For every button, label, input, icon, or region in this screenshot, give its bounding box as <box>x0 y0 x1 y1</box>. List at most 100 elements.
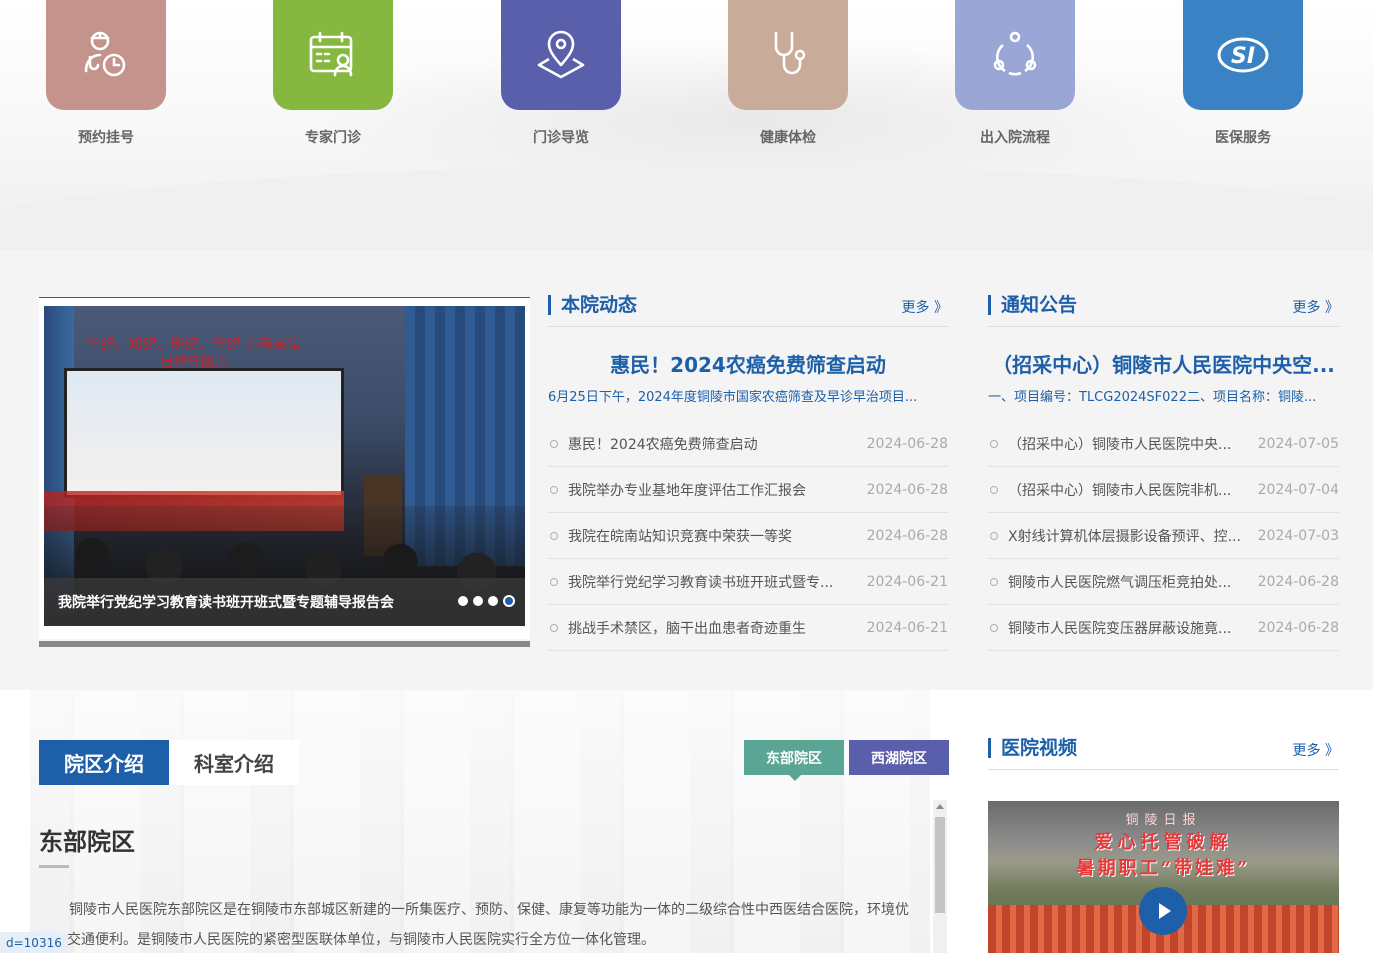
medical-insurance-tile[interactable]: SI <box>1183 0 1303 110</box>
slider-caption[interactable]: 我院举行党纪学习教育读书班开班式暨专题辅导报告会 <box>44 578 525 626</box>
item-date: 2024-07-03 <box>1257 527 1339 544</box>
campus-title: 东部院区 <box>39 828 135 856</box>
bullet-icon <box>990 577 998 586</box>
item-date: 2024-06-21 <box>866 619 948 636</box>
service-guide[interactable]: 门诊导览 <box>501 0 621 147</box>
news-section: 学纪、知纪、明纪、守纪 心有戒常自律守医心 我院举行党纪学习教育读书班开班式暨专… <box>0 250 1373 690</box>
quick-services: 预约挂号 专家门诊 门诊导览 健康体检 出入院流程 SI 医保服务 <box>0 0 1373 160</box>
photo-screen-text: 学纪、知纪、明纪、守纪 心有戒常自律守医心 <box>86 337 302 371</box>
item-date: 2024-07-04 <box>1257 481 1339 498</box>
stethoscope-icon <box>774 31 806 75</box>
intro-tabs: 院区介绍 科室介绍 <box>39 740 299 785</box>
service-health-checkup[interactable]: 健康体检 <box>728 0 848 147</box>
scroll-up-icon[interactable] <box>936 804 944 809</box>
service-label: 预约挂号 <box>78 130 134 146</box>
slider-photo[interactable]: 学纪、知纪、明纪、守纪 心有戒常自律守医心 我院举行党纪学习教育读书班开班式暨专… <box>44 306 525 626</box>
slider-dot[interactable] <box>458 596 468 606</box>
play-icon[interactable] <box>1139 887 1187 935</box>
item-title[interactable]: 我院举办专业基地年度评估工作汇报会 <box>568 480 855 500</box>
list-item[interactable]: X射线计算机体层摄影设备预评、控... 2024-07-03 <box>988 513 1339 559</box>
item-title[interactable]: X射线计算机体层摄影设备预评、控... <box>1008 526 1246 546</box>
west-lake-campus-button[interactable]: 西湖院区 <box>849 740 949 775</box>
hospital-news: 本院动态 更多 》 惠民！2024农癌免费筛查启动 6月25日下午，2024年度… <box>548 295 948 651</box>
tab-department-intro[interactable]: 科室介绍 <box>169 740 299 785</box>
item-title[interactable]: 我院在皖南站知识竞赛中荣获一等奖 <box>568 526 855 546</box>
svg-text:SI: SI <box>1231 44 1255 69</box>
tab-campus-intro[interactable]: 院区介绍 <box>39 740 169 785</box>
service-label: 专家门诊 <box>305 130 361 146</box>
item-title[interactable]: 惠民！2024农癌免费筛查启动 <box>568 434 855 454</box>
slider-bottom-bar <box>39 641 530 647</box>
slider-dot[interactable] <box>473 596 483 606</box>
social-insurance-icon: SI <box>1217 37 1269 73</box>
slider-dot[interactable] <box>488 596 498 606</box>
appointment-tile[interactable] <box>46 0 166 110</box>
service-medical-insurance[interactable]: SI 医保服务 <box>1183 0 1303 147</box>
bullet-icon <box>990 531 998 540</box>
list-item[interactable]: 铜陵市人民医院燃气调压柜竞拍处... 2024-06-28 <box>988 559 1339 605</box>
service-expert-clinic[interactable]: 专家门诊 <box>273 0 393 147</box>
bullet-icon <box>550 577 558 586</box>
item-date: 2024-06-28 <box>1257 573 1339 590</box>
campus-switch: 东部院区 西湖院区 <box>744 740 949 781</box>
bullet-icon <box>550 623 558 632</box>
notice-header: 通知公告 更多 》 <box>988 295 1339 327</box>
item-title[interactable]: （招采中心）铜陵市人民医院中央... <box>1008 434 1246 454</box>
news-more-link[interactable]: 更多 》 <box>902 297 948 317</box>
service-appointment[interactable]: 预约挂号 <box>46 0 166 147</box>
video-thumb-line: 铜陵日报 <box>1125 813 1202 828</box>
item-title[interactable]: 我院举行党纪学习教育读书班开班式暨专... <box>568 572 855 592</box>
item-date: 2024-06-28 <box>866 527 948 544</box>
bullet-icon <box>990 623 998 632</box>
video-thumb-line: 爱心托管破解 <box>1094 832 1233 853</box>
list-item[interactable]: （招采中心）铜陵市人民医院中央... 2024-07-05 <box>988 421 1339 467</box>
item-title[interactable]: 铜陵市人民医院燃气调压柜竞拍处... <box>1008 572 1246 592</box>
item-title[interactable]: （招采中心）铜陵市人民医院非机... <box>1008 480 1246 500</box>
slider-caption-text[interactable]: 我院举行党纪学习教育读书班开班式暨专题辅导报告会 <box>58 592 394 612</box>
service-label: 出入院流程 <box>980 130 1050 146</box>
list-item[interactable]: 我院举办专业基地年度评估工作汇报会 2024-06-28 <box>548 467 948 513</box>
bullet-icon <box>550 439 558 448</box>
list-item[interactable]: 我院在皖南站知识竞赛中荣获一等奖 2024-06-28 <box>548 513 948 559</box>
bullet-icon <box>990 485 998 494</box>
notice-board: 通知公告 更多 》 （招采中心）铜陵市人民医院中央空... 一、项目编号：TLC… <box>988 295 1339 651</box>
slider-dots <box>458 595 515 607</box>
service-label: 医保服务 <box>1215 130 1271 146</box>
scroll-thumb[interactable] <box>935 817 945 913</box>
guide-tile[interactable] <box>501 0 621 110</box>
health-checkup-tile[interactable] <box>728 0 848 110</box>
id-tag: d=10316 <box>0 932 68 953</box>
map-pin-icon <box>537 30 585 79</box>
item-date: 2024-07-05 <box>1257 435 1339 452</box>
notice-summary[interactable]: 一、项目编号：TLCG2024SF022二、项目名称：铜陵... <box>988 386 1339 405</box>
admission-process-tile[interactable] <box>955 0 1075 110</box>
campus-description: 铜陵市人民医院东部院区是在铜陵市东部城区新建的一所集医疗、预防、保健、康复等功能… <box>39 902 909 948</box>
slider-dot-active[interactable] <box>503 595 515 607</box>
notice-title: 通知公告 <box>988 295 1077 315</box>
calendar-expert-icon <box>309 31 353 77</box>
service-admission-process[interactable]: 出入院流程 <box>955 0 1075 147</box>
item-title[interactable]: 挑战手术禁区，脑干出血患者奇迹重生 <box>568 618 855 638</box>
news-headline[interactable]: 惠民！2024农癌免费筛查启动 <box>548 349 948 378</box>
bullet-icon <box>550 531 558 540</box>
expert-clinic-tile[interactable] <box>273 0 393 110</box>
east-campus-button[interactable]: 东部院区 <box>744 740 844 781</box>
list-item[interactable]: 惠民！2024农癌免费筛查启动 2024-06-28 <box>548 421 948 467</box>
list-item[interactable]: （招采中心）铜陵市人民医院非机... 2024-07-04 <box>988 467 1339 513</box>
news-summary[interactable]: 6月25日下午，2024年度铜陵市国家农癌筛查及早诊早治项目... <box>548 386 948 405</box>
intro-scrollbar[interactable] <box>933 800 947 953</box>
news-slider[interactable]: 学纪、知纪、明纪、守纪 心有戒常自律守医心 我院举行党纪学习教育读书班开班式暨专… <box>39 297 530 647</box>
video-more-link[interactable]: 更多 》 <box>1293 740 1339 760</box>
video-title: 医院视频 <box>988 738 1077 758</box>
video-thumbnail[interactable]: 铜陵日报 爱心托管破解 暑期职工“带娃难” <box>988 801 1339 953</box>
notice-headline[interactable]: （招采中心）铜陵市人民医院中央空... <box>988 349 1339 378</box>
list-item[interactable]: 挑战手术禁区，脑干出血患者奇迹重生 2024-06-21 <box>548 605 948 651</box>
bullet-icon <box>550 485 558 494</box>
appointment-clock-icon <box>84 31 126 77</box>
item-date: 2024-06-28 <box>866 435 948 452</box>
list-item[interactable]: 铜陵市人民医院变压器屏蔽设施竟... 2024-06-28 <box>988 605 1339 651</box>
video-header: 医院视频 更多 》 <box>988 738 1339 770</box>
item-title[interactable]: 铜陵市人民医院变压器屏蔽设施竟... <box>1008 618 1246 638</box>
list-item[interactable]: 我院举行党纪学习教育读书班开班式暨专... 2024-06-21 <box>548 559 948 605</box>
notice-more-link[interactable]: 更多 》 <box>1293 297 1339 317</box>
